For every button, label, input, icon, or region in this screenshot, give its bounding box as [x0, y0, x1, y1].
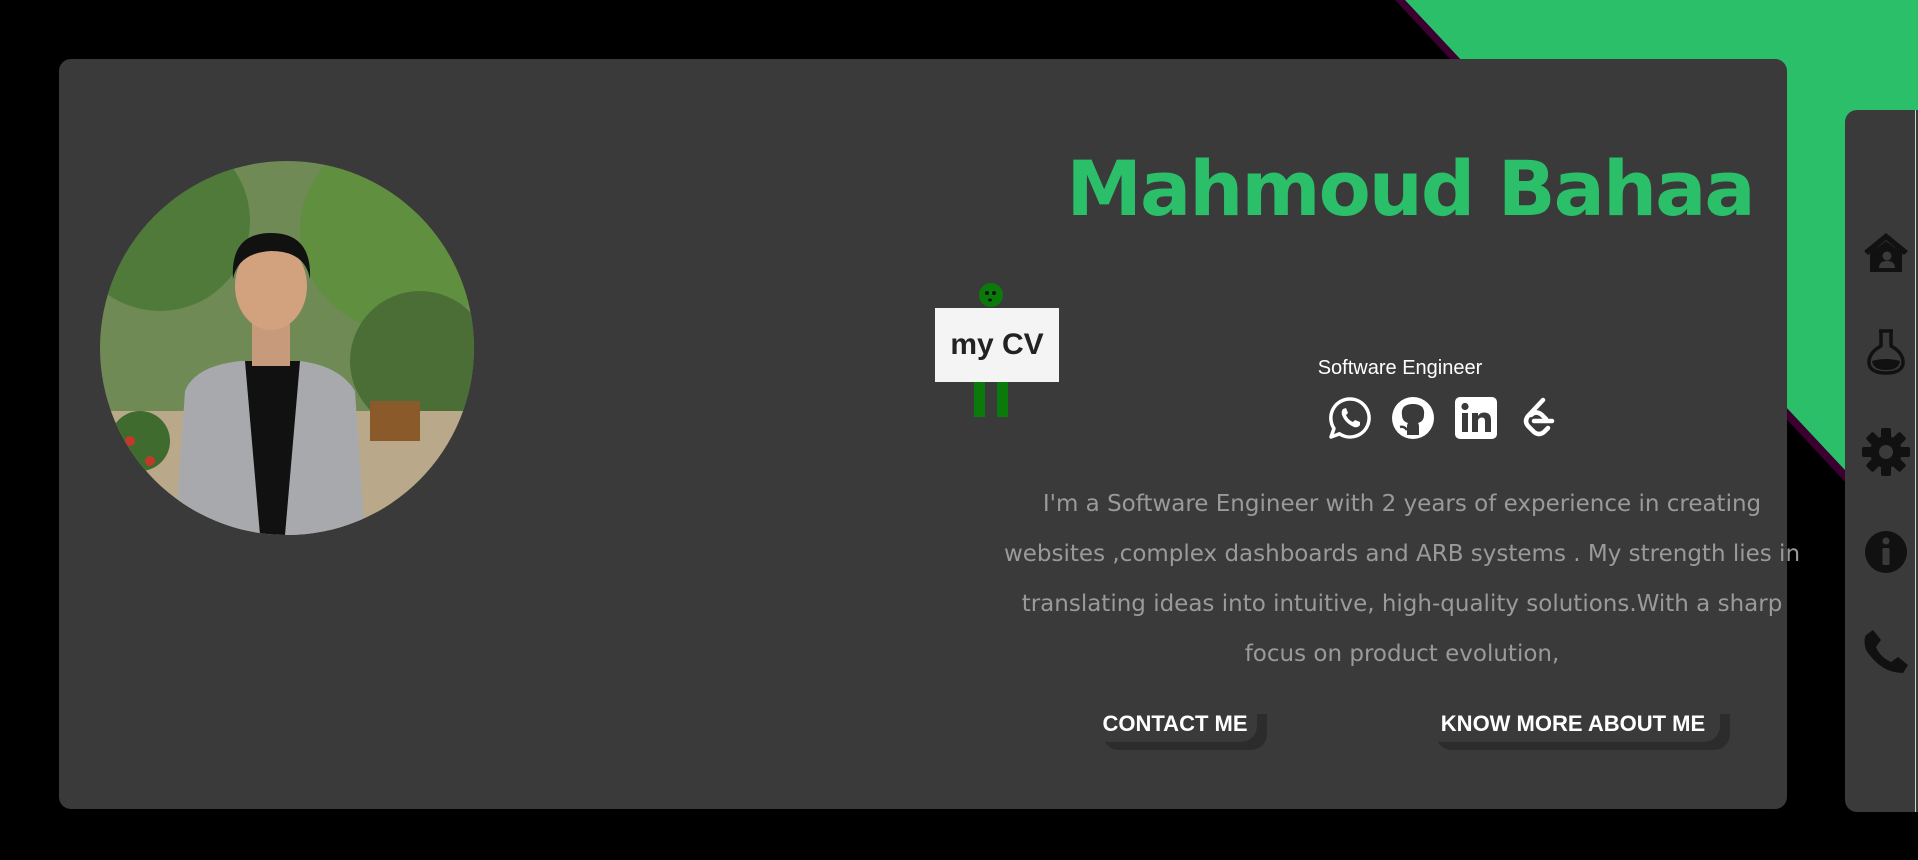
social-links [1327, 393, 1562, 443]
nav-item-skills[interactable] [1861, 427, 1911, 477]
cv-button[interactable]: my CV [935, 308, 1059, 382]
nav-item-home[interactable] [1861, 227, 1911, 277]
home-icon [1864, 233, 1908, 272]
nav-item-contact[interactable] [1861, 627, 1911, 677]
cv-widget: my CV [935, 283, 1061, 423]
github-link[interactable] [1390, 395, 1436, 441]
leetcode-icon [1523, 397, 1555, 437]
phone-icon [1864, 630, 1908, 673]
whatsapp-link[interactable] [1327, 395, 1373, 441]
linkedin-link[interactable] [1453, 395, 1499, 441]
hero-name: Mahmoud Bahaa [1066, 144, 1755, 233]
hero-subtitle: Software Engineer [1317, 357, 1483, 379]
hero-card: Mahmoud Bahaa my CV Software Engineer I'… [59, 59, 1800, 809]
whatsapp-icon [1329, 397, 1371, 439]
leetcode-link[interactable] [1516, 395, 1562, 441]
github-icon [1392, 397, 1434, 439]
contact-me-button[interactable]: CONTACT ME [1093, 706, 1257, 742]
hero-bio: I'm a Software Engineer with 2 years of … [1003, 491, 1801, 667]
side-navigation [1845, 110, 1918, 812]
nav-item-projects[interactable] [1861, 327, 1911, 377]
info-icon [1865, 531, 1907, 573]
scrollbar-track [1915, 110, 1916, 812]
know-more-button[interactable]: KNOW MORE ABOUT ME [1426, 706, 1720, 742]
gear-icon [1862, 428, 1910, 476]
flask-icon [1867, 329, 1905, 375]
linkedin-icon [1455, 397, 1497, 439]
nav-item-about[interactable] [1861, 527, 1911, 577]
profile-photo [100, 161, 474, 535]
